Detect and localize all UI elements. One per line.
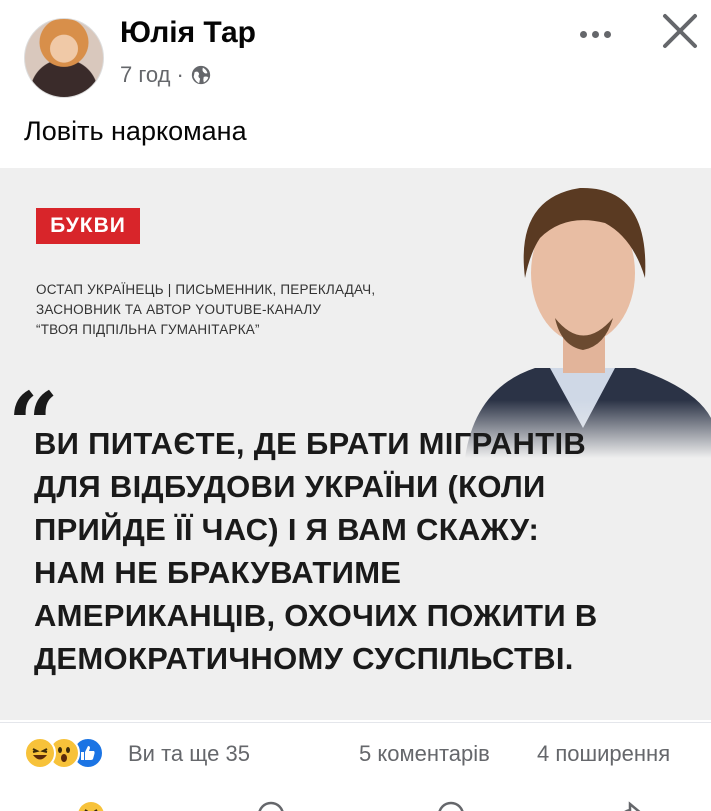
shares-count[interactable]: 4 поширення <box>537 741 670 767</box>
post-time[interactable]: 7 год <box>120 62 170 88</box>
messenger-button-icon[interactable] <box>436 800 466 811</box>
quote-line: нам не бракуватиме <box>34 555 402 590</box>
comment-button-icon[interactable] <box>256 800 286 811</box>
quote-line: демократичному суспільстві. <box>34 641 574 676</box>
post-text: Ловіть наркомана <box>24 116 247 146</box>
close-icon[interactable] <box>655 10 705 56</box>
quote-line: для відбудови України (коли <box>34 469 546 504</box>
haha-icon <box>24 737 56 769</box>
reactions-count[interactable]: Ви та ще 35 <box>128 741 250 767</box>
post-image[interactable]: БУКВИ Остап Українець | письменник, пере… <box>0 168 711 720</box>
bio-line: Остап Українець | письменник, перекладач… <box>36 282 376 297</box>
reaction-button-icon[interactable] <box>76 800 106 811</box>
meta-separator: · <box>176 62 184 87</box>
post-stats: Ви та ще 35 5 коментарів 4 поширення <box>0 722 711 782</box>
quote-line: прийде її час) і я вам скажу: <box>34 512 540 547</box>
dot-icon <box>591 30 599 38</box>
dot-icon <box>603 30 611 38</box>
more-options-button[interactable] <box>570 18 620 50</box>
quote-line: Ви питаєте, де брати мігрантів <box>34 426 587 461</box>
quote-line: американців, охочих пожити в <box>34 598 598 633</box>
globe-icon[interactable] <box>190 64 212 86</box>
portrait-photo <box>455 168 711 458</box>
quote-text: Ви питаєте, де брати мігрантів для відбу… <box>34 422 704 680</box>
avatar[interactable] <box>24 18 104 98</box>
share-button-icon[interactable] <box>616 800 646 811</box>
bio-line: “Твоя підпільна Гуманітарка” <box>36 322 260 337</box>
author-bio: Остап Українець | письменник, перекладач… <box>36 280 456 340</box>
comments-count[interactable]: 5 коментарів <box>359 741 490 767</box>
dot-icon <box>579 30 587 38</box>
post-header: Юлія Тар 7 год · <box>0 0 711 110</box>
action-bar <box>0 784 711 811</box>
post-meta: 7 год · <box>120 62 212 88</box>
bio-line: засновник та автор YouTube-каналу <box>36 302 322 317</box>
reaction-icons[interactable] <box>24 737 104 769</box>
author-name[interactable]: Юлія Тар <box>120 16 256 50</box>
source-badge: БУКВИ <box>36 208 140 244</box>
